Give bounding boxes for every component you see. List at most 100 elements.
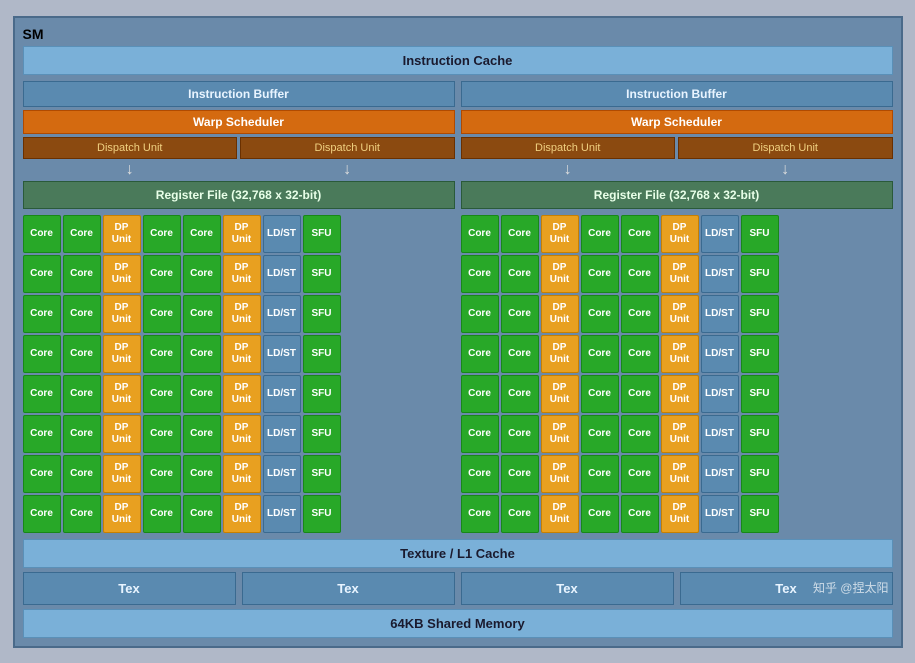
dp-unit: DPUnit bbox=[661, 335, 699, 373]
right-row-3: Core Core DPUnit Core Core DPUnit LD/ST … bbox=[461, 295, 893, 333]
core: Core bbox=[461, 455, 499, 493]
dp-unit: DPUnit bbox=[223, 295, 261, 333]
core: Core bbox=[581, 415, 619, 453]
dp-unit: DPUnit bbox=[223, 335, 261, 373]
right-row-2: Core Core DPUnit Core Core DPUnit LD/ST … bbox=[461, 255, 893, 293]
left-row-1: Core Core DPUnit Core Core DPUnit LD/ST … bbox=[23, 215, 455, 253]
core: Core bbox=[621, 295, 659, 333]
dp-unit: DPUnit bbox=[541, 495, 579, 533]
dp-unit: DPUnit bbox=[223, 415, 261, 453]
core: Core bbox=[581, 455, 619, 493]
core: Core bbox=[621, 455, 659, 493]
left-dispatch-unit-2: Dispatch Unit bbox=[240, 137, 455, 159]
sfu: SFU bbox=[303, 335, 341, 373]
right-row-5: Core Core DPUnit Core Core DPUnit LD/ST … bbox=[461, 375, 893, 413]
sfu: SFU bbox=[303, 455, 341, 493]
core: Core bbox=[63, 255, 101, 293]
core: Core bbox=[501, 295, 539, 333]
core: Core bbox=[501, 455, 539, 493]
right-row-7: Core Core DPUnit Core Core DPUnit LD/ST … bbox=[461, 455, 893, 493]
sfu: SFU bbox=[741, 215, 779, 253]
core: Core bbox=[183, 495, 221, 533]
right-row-6: Core Core DPUnit Core Core DPUnit LD/ST … bbox=[461, 415, 893, 453]
dp-unit: DPUnit bbox=[661, 455, 699, 493]
core: Core bbox=[143, 495, 181, 533]
core: Core bbox=[621, 255, 659, 293]
core: Core bbox=[23, 215, 61, 253]
core: Core bbox=[63, 495, 101, 533]
dp-unit: DPUnit bbox=[541, 375, 579, 413]
core: Core bbox=[501, 495, 539, 533]
right-row-1: Core Core DPUnit Core Core DPUnit LD/ST … bbox=[461, 215, 893, 253]
left-arrow-row: ↓ ↓ bbox=[23, 162, 455, 178]
sfu: SFU bbox=[741, 255, 779, 293]
left-warp-scheduler: Warp Scheduler bbox=[23, 110, 455, 134]
core: Core bbox=[183, 415, 221, 453]
right-arrow-2: ↓ bbox=[678, 162, 893, 178]
sfu: SFU bbox=[741, 295, 779, 333]
ld-st: LD/ST bbox=[701, 215, 739, 253]
left-register-file: Register File (32,768 x 32-bit) bbox=[23, 181, 455, 209]
left-instruction-buffer: Instruction Buffer bbox=[23, 81, 455, 107]
core: Core bbox=[23, 375, 61, 413]
core: Core bbox=[461, 215, 499, 253]
ld-st: LD/ST bbox=[263, 335, 301, 373]
dp-unit: DPUnit bbox=[661, 375, 699, 413]
tex-row: Tex Tex Tex Tex bbox=[23, 572, 893, 605]
core: Core bbox=[461, 375, 499, 413]
ld-st: LD/ST bbox=[263, 415, 301, 453]
right-arrow-1: ↓ bbox=[461, 162, 676, 178]
core: Core bbox=[621, 335, 659, 373]
core: Core bbox=[621, 375, 659, 413]
core: Core bbox=[581, 295, 619, 333]
watermark: 知乎 @捏太阳 bbox=[813, 579, 889, 596]
dp-unit: DPUnit bbox=[661, 495, 699, 533]
left-row-3: Core Core DPUnit Core Core DPUnit LD/ST … bbox=[23, 295, 455, 333]
ld-st: LD/ST bbox=[701, 495, 739, 533]
dp-unit: DPUnit bbox=[223, 495, 261, 533]
ld-st: LD/ST bbox=[701, 375, 739, 413]
sfu: SFU bbox=[303, 255, 341, 293]
core: Core bbox=[621, 415, 659, 453]
core: Core bbox=[63, 375, 101, 413]
core: Core bbox=[501, 255, 539, 293]
right-dispatch-row: Dispatch Unit Dispatch Unit bbox=[461, 137, 893, 159]
sfu: SFU bbox=[741, 335, 779, 373]
sfu: SFU bbox=[303, 295, 341, 333]
dp-unit: DPUnit bbox=[541, 335, 579, 373]
dp-unit: DPUnit bbox=[223, 375, 261, 413]
sfu: SFU bbox=[303, 215, 341, 253]
dp-unit: DPUnit bbox=[541, 455, 579, 493]
right-row-4: Core Core DPUnit Core Core DPUnit LD/ST … bbox=[461, 335, 893, 373]
left-dispatch-row: Dispatch Unit Dispatch Unit bbox=[23, 137, 455, 159]
ld-st: LD/ST bbox=[263, 215, 301, 253]
sfu: SFU bbox=[303, 375, 341, 413]
dp-unit: DPUnit bbox=[103, 455, 141, 493]
dp-unit: DPUnit bbox=[661, 295, 699, 333]
left-row-5: Core Core DPUnit Core Core DPUnit LD/ST … bbox=[23, 375, 455, 413]
dp-unit: DPUnit bbox=[103, 375, 141, 413]
core: Core bbox=[501, 415, 539, 453]
core: Core bbox=[63, 415, 101, 453]
ld-st: LD/ST bbox=[263, 495, 301, 533]
sfu: SFU bbox=[741, 495, 779, 533]
dp-unit: DPUnit bbox=[541, 255, 579, 293]
left-row-6: Core Core DPUnit Core Core DPUnit LD/ST … bbox=[23, 415, 455, 453]
dp-unit: DPUnit bbox=[103, 335, 141, 373]
ld-st: LD/ST bbox=[701, 455, 739, 493]
right-arrow-row: ↓ ↓ bbox=[461, 162, 893, 178]
core: Core bbox=[63, 335, 101, 373]
left-row-2: Core Core DPUnit Core Core DPUnit LD/ST … bbox=[23, 255, 455, 293]
dp-unit: DPUnit bbox=[223, 215, 261, 253]
texture-l1-cache: Texture / L1 Cache bbox=[23, 539, 893, 568]
ld-st: LD/ST bbox=[701, 295, 739, 333]
dp-unit: DPUnit bbox=[541, 295, 579, 333]
core: Core bbox=[183, 335, 221, 373]
instruction-cache: Instruction Cache bbox=[23, 46, 893, 75]
core: Core bbox=[183, 455, 221, 493]
core: Core bbox=[501, 215, 539, 253]
core: Core bbox=[501, 375, 539, 413]
core: Core bbox=[143, 215, 181, 253]
core: Core bbox=[183, 215, 221, 253]
core: Core bbox=[621, 215, 659, 253]
